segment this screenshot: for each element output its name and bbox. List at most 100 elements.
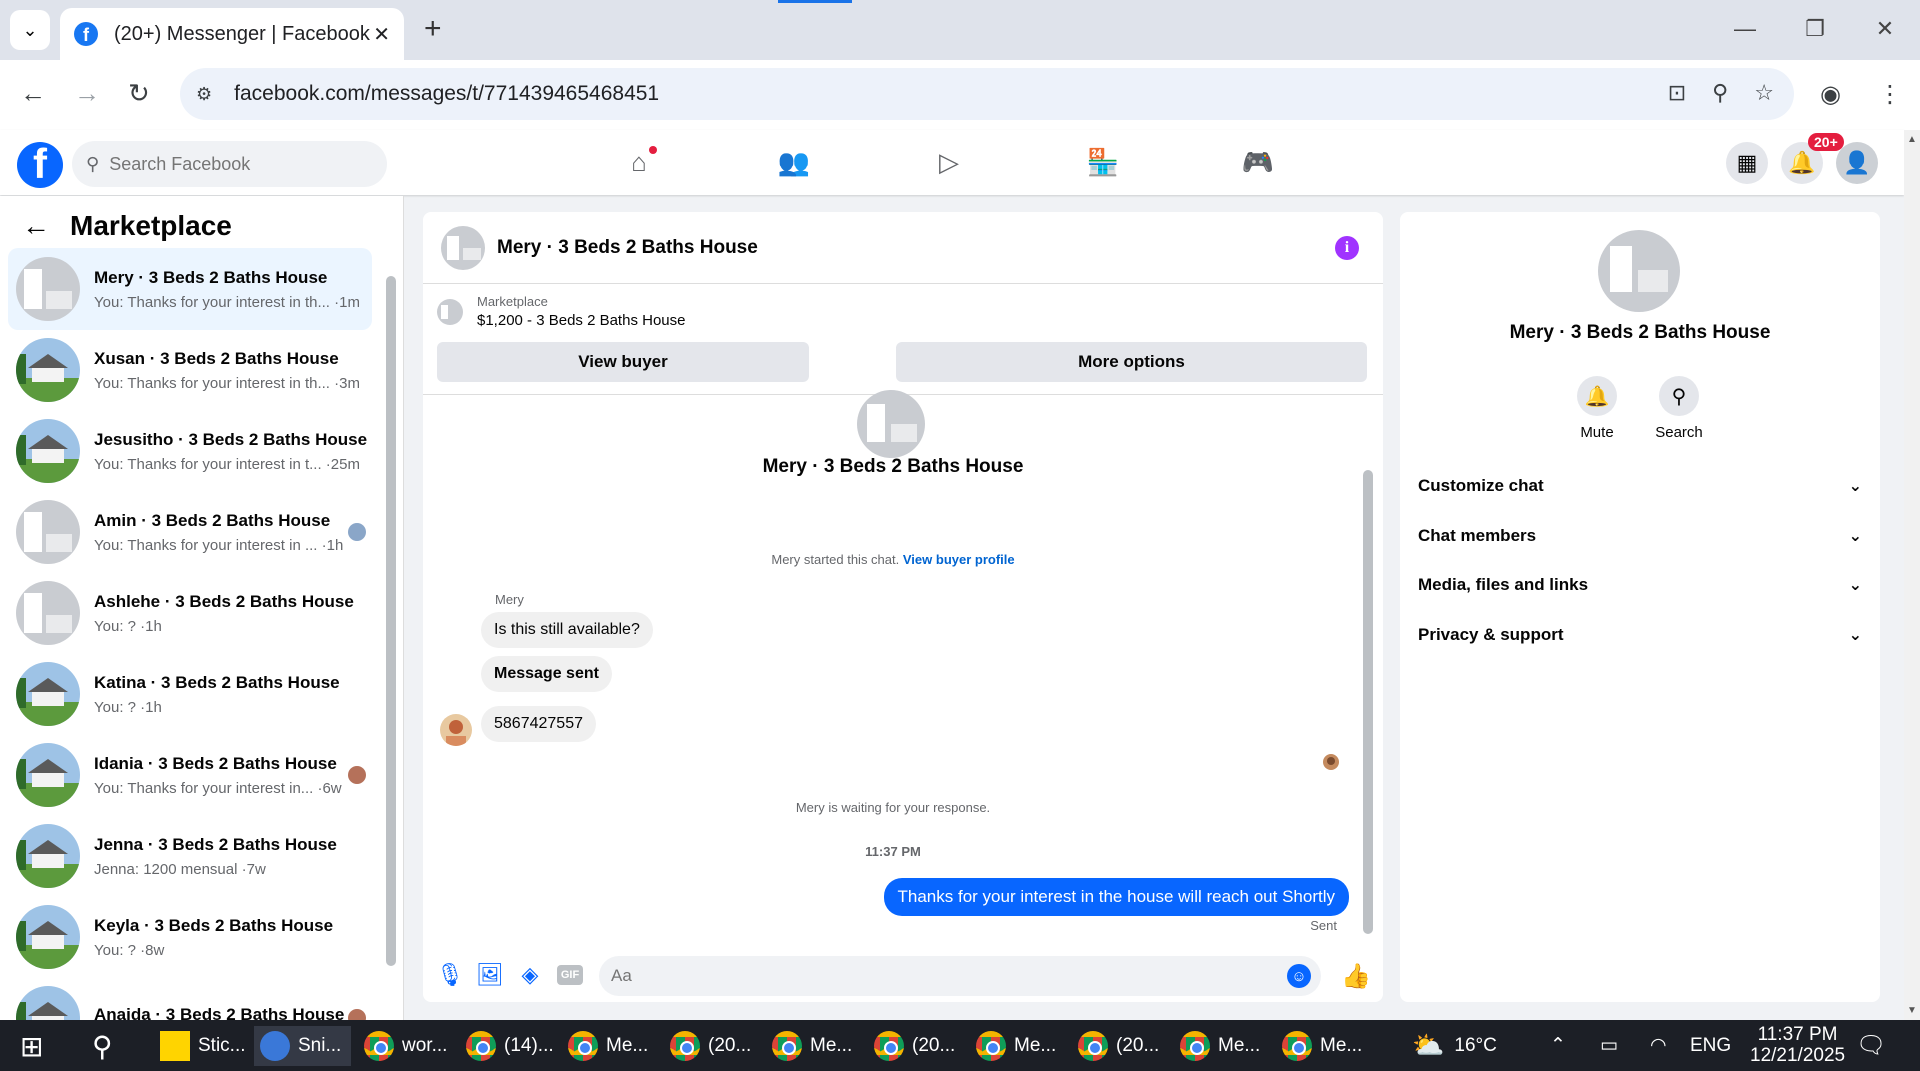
conversation-item[interactable]: Mery · 3 Beds 2 Baths House You: Thanks f… [8, 248, 372, 330]
zoom-icon[interactable]: ⚲ [1712, 80, 1728, 106]
scroll-down-arrow-icon[interactable]: ▼ [1907, 1005, 1917, 1016]
window-close-icon[interactable]: ✕ [1850, 0, 1920, 60]
chrome-icon [466, 1031, 496, 1061]
profile-icon[interactable]: ◉ [1820, 80, 1841, 109]
friends-nav-icon[interactable]: 👥 [774, 142, 814, 182]
taskbar-app[interactable]: (20... [1078, 1026, 1159, 1066]
url-text[interactable]: facebook.com/messages/t/771439465468451 [234, 82, 659, 106]
outgoing-message[interactable]: Thanks for your interest in the house wi… [883, 878, 1349, 916]
page-scrollbar[interactable]: ▲ ▼ [1904, 130, 1920, 1020]
section-customize-chat[interactable]: Customize chat ⌄ [1418, 466, 1862, 506]
incoming-message[interactable]: 5867427557 [481, 706, 596, 742]
taskbar-app[interactable]: (20... [670, 1026, 751, 1066]
conversation-info-icon[interactable]: i [1335, 236, 1359, 260]
section-media-files-links[interactable]: Media, files and links ⌄ [1418, 565, 1862, 605]
forward-icon[interactable]: → [74, 78, 100, 109]
bookmark-star-icon[interactable]: ☆ [1754, 80, 1774, 106]
home-nav-icon[interactable]: ⌂ [619, 142, 659, 182]
restore-icon[interactable]: ❐ [1780, 0, 1850, 60]
chat-header-avatar[interactable] [441, 225, 485, 270]
browser-menu-icon[interactable]: ⋮ [1878, 80, 1902, 109]
conversation-name: Keyla · 3 Beds 2 Baths House [94, 915, 334, 935]
conversation-item[interactable]: Keyla · 3 Beds 2 Baths House You: ? ·8w [8, 896, 372, 978]
minimize-icon[interactable]: — [1710, 0, 1780, 60]
emoji-icon[interactable]: ☺ [1287, 964, 1311, 988]
site-info-icon[interactable]: ⚙ [196, 84, 212, 105]
taskbar-app[interactable]: (14)... [466, 1026, 554, 1066]
info-avatar[interactable] [1598, 230, 1680, 312]
message-input-field[interactable]: ☺ [599, 956, 1321, 996]
conversation-item[interactable]: Idania · 3 Beds 2 Baths House You: Thanks… [8, 734, 372, 816]
taskbar-app[interactable]: Me... [1282, 1026, 1362, 1066]
sender-avatar[interactable] [440, 714, 472, 746]
taskbar-app[interactable]: wor... [364, 1026, 447, 1066]
sidebar-scrollbar[interactable] [386, 276, 396, 966]
taskbar-app[interactable]: Me... [772, 1026, 852, 1066]
taskbar-app-label: (14)... [504, 1035, 554, 1056]
windows-start-icon[interactable]: ⊞ [20, 1026, 43, 1066]
photo-attach-icon[interactable]: 🖼 [476, 962, 504, 988]
facebook-search[interactable]: ⚲ [72, 141, 387, 187]
incoming-message[interactable]: Message sent [481, 656, 612, 692]
microphone-icon[interactable]: 🎙 [436, 962, 464, 988]
tray-meet-icon[interactable]: ▭ [1600, 1020, 1618, 1071]
conversation-item[interactable]: Ashlehe · 3 Beds 2 Baths House You: ? ·1h [8, 572, 372, 654]
account-avatar[interactable]: 👤 [1836, 142, 1878, 184]
gif-icon[interactable]: GIF [557, 965, 583, 985]
search-icon: ⚲ [86, 153, 100, 174]
scroll-up-arrow-icon[interactable]: ▲ [1907, 134, 1917, 145]
tab-close-icon[interactable]: ✕ [373, 22, 390, 47]
conversation-item[interactable]: Anaida · 3 Beds 2 Baths House [8, 977, 372, 1020]
taskbar-app[interactable]: Me... [568, 1026, 648, 1066]
taskbar-app[interactable]: (20... [874, 1026, 955, 1066]
sticker-icon[interactable]: ◈ [517, 962, 543, 988]
browser-tab-active[interactable]: f (20+) Messenger | Facebook ✕ [60, 8, 404, 60]
reload-icon[interactable]: ↻ [128, 78, 150, 109]
marketplace-nav-icon[interactable]: 🏪 [1083, 142, 1123, 182]
incoming-message[interactable]: Is this still available? [481, 612, 653, 648]
mute-bell-icon[interactable]: 🔔 [1577, 376, 1617, 416]
conversation-item[interactable]: Katina · 3 Beds 2 Baths House You: ? ·1h [8, 653, 372, 735]
chat-header-name[interactable]: Mery · 3 Beds 2 Baths House [497, 237, 758, 259]
conversation-item[interactable]: Amin · 3 Beds 2 Baths House You: Thanks f… [8, 491, 372, 573]
back-arrow-icon[interactable]: ← [22, 210, 50, 242]
window-controls: — ❐ ✕ [1710, 0, 1920, 60]
gaming-nav-icon[interactable]: 🎮 [1238, 142, 1278, 182]
conversation-item[interactable]: Jesusitho · 3 Beds 2 Baths House You: Tha… [8, 410, 372, 492]
tab-search-button[interactable]: ⌄ [10, 10, 50, 50]
system-clock[interactable]: 11:37 PM 12/21/2025 [1750, 1020, 1845, 1071]
more-options-button[interactable]: More options [896, 342, 1367, 382]
section-chat-members[interactable]: Chat members ⌄ [1418, 516, 1862, 556]
chat-scrollbar[interactable] [1363, 470, 1373, 934]
view-buyer-profile-link[interactable]: View buyer profile [903, 552, 1015, 567]
taskbar-app[interactable]: Me... [1180, 1026, 1260, 1066]
taskbar-app[interactable]: Stic... [160, 1026, 246, 1066]
video-nav-icon[interactable]: ▷ [929, 142, 969, 182]
search-conversation-icon[interactable]: ⚲ [1659, 376, 1699, 416]
conversation-name: Ashlehe · 3 Beds 2 Baths House [94, 591, 354, 611]
new-tab-icon[interactable]: + [424, 12, 442, 46]
wifi-icon[interactable]: ◠ [1650, 1020, 1667, 1071]
tray-chevron-icon[interactable]: ⌃ [1550, 1020, 1566, 1071]
thumbs-up-icon[interactable]: 👍 [1341, 962, 1371, 991]
taskbar-search-icon[interactable]: ⚲ [92, 1026, 113, 1066]
view-buyer-button[interactable]: View buyer [437, 342, 809, 382]
mute-action[interactable]: 🔔 Mute [1562, 376, 1632, 441]
language-indicator[interactable]: ENG [1690, 1020, 1731, 1071]
taskbar-app[interactable]: Me... [976, 1026, 1056, 1066]
listing-title[interactable]: $1,200 - 3 Beds 2 Baths House [477, 312, 685, 329]
address-bar[interactable]: ⚙ facebook.com/messages/t/77143946546845… [180, 68, 1794, 120]
search-action[interactable]: ⚲ Search [1644, 376, 1714, 441]
conversation-item[interactable]: Xusan · 3 Beds 2 Baths House You: Thanks … [8, 329, 372, 411]
section-privacy-support[interactable]: Privacy & support ⌄ [1418, 615, 1862, 655]
back-icon[interactable]: ← [20, 78, 46, 109]
conversation-item[interactable]: Jenna · 3 Beds 2 Baths House Jenna: 1200 … [8, 815, 372, 897]
weather-widget[interactable]: ⛅ 16°C [1412, 1020, 1497, 1071]
facebook-search-input[interactable] [109, 153, 350, 175]
notification-center-icon[interactable]: 🗨 [1856, 1020, 1886, 1071]
taskbar-app[interactable]: Sni... [254, 1026, 352, 1066]
facebook-logo-icon[interactable]: f [17, 142, 63, 188]
install-app-icon[interactable]: ⊡ [1668, 80, 1686, 106]
message-input[interactable] [611, 966, 1287, 986]
menu-grid-icon[interactable]: ▦ [1726, 142, 1768, 184]
